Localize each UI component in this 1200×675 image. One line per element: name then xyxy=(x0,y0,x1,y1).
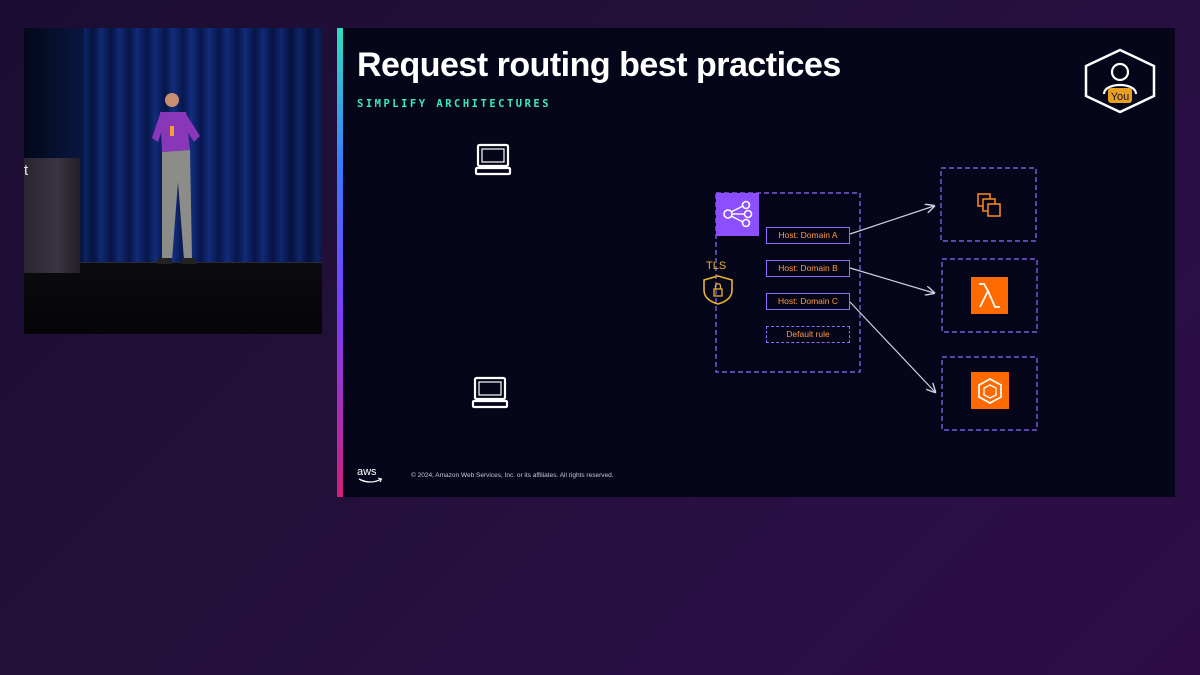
routing-diagram xyxy=(703,167,1038,431)
tls-label: TLS xyxy=(706,260,727,272)
presentation-slide: Request routing best practices SIMPLIFY … xyxy=(337,28,1175,497)
rule-host-domain-c: Host: Domain C xyxy=(766,293,850,310)
aws-logo: aws xyxy=(357,466,383,483)
ec2-instances-icon xyxy=(977,193,1001,217)
speaker-video: t xyxy=(24,28,322,334)
route-arrow-b xyxy=(849,267,934,293)
rule-default: Default rule xyxy=(766,326,850,343)
aws-logo-text: aws xyxy=(357,466,377,478)
speaker-figure xyxy=(152,93,200,264)
ecs-icon xyxy=(971,372,1009,409)
route-arrow-c xyxy=(849,301,935,392)
rule-host-domain-b: Host: Domain B xyxy=(766,260,850,277)
rule-host-domain-a: Host: Domain A xyxy=(766,227,850,244)
podium-letter: t xyxy=(24,162,29,179)
tls-shield-icon xyxy=(703,275,733,305)
lambda-icon xyxy=(971,277,1008,314)
route-arrow-a xyxy=(849,206,934,235)
podium xyxy=(24,158,80,273)
copyright-footer: © 2024, Amazon Web Services, Inc. or its… xyxy=(411,472,614,479)
